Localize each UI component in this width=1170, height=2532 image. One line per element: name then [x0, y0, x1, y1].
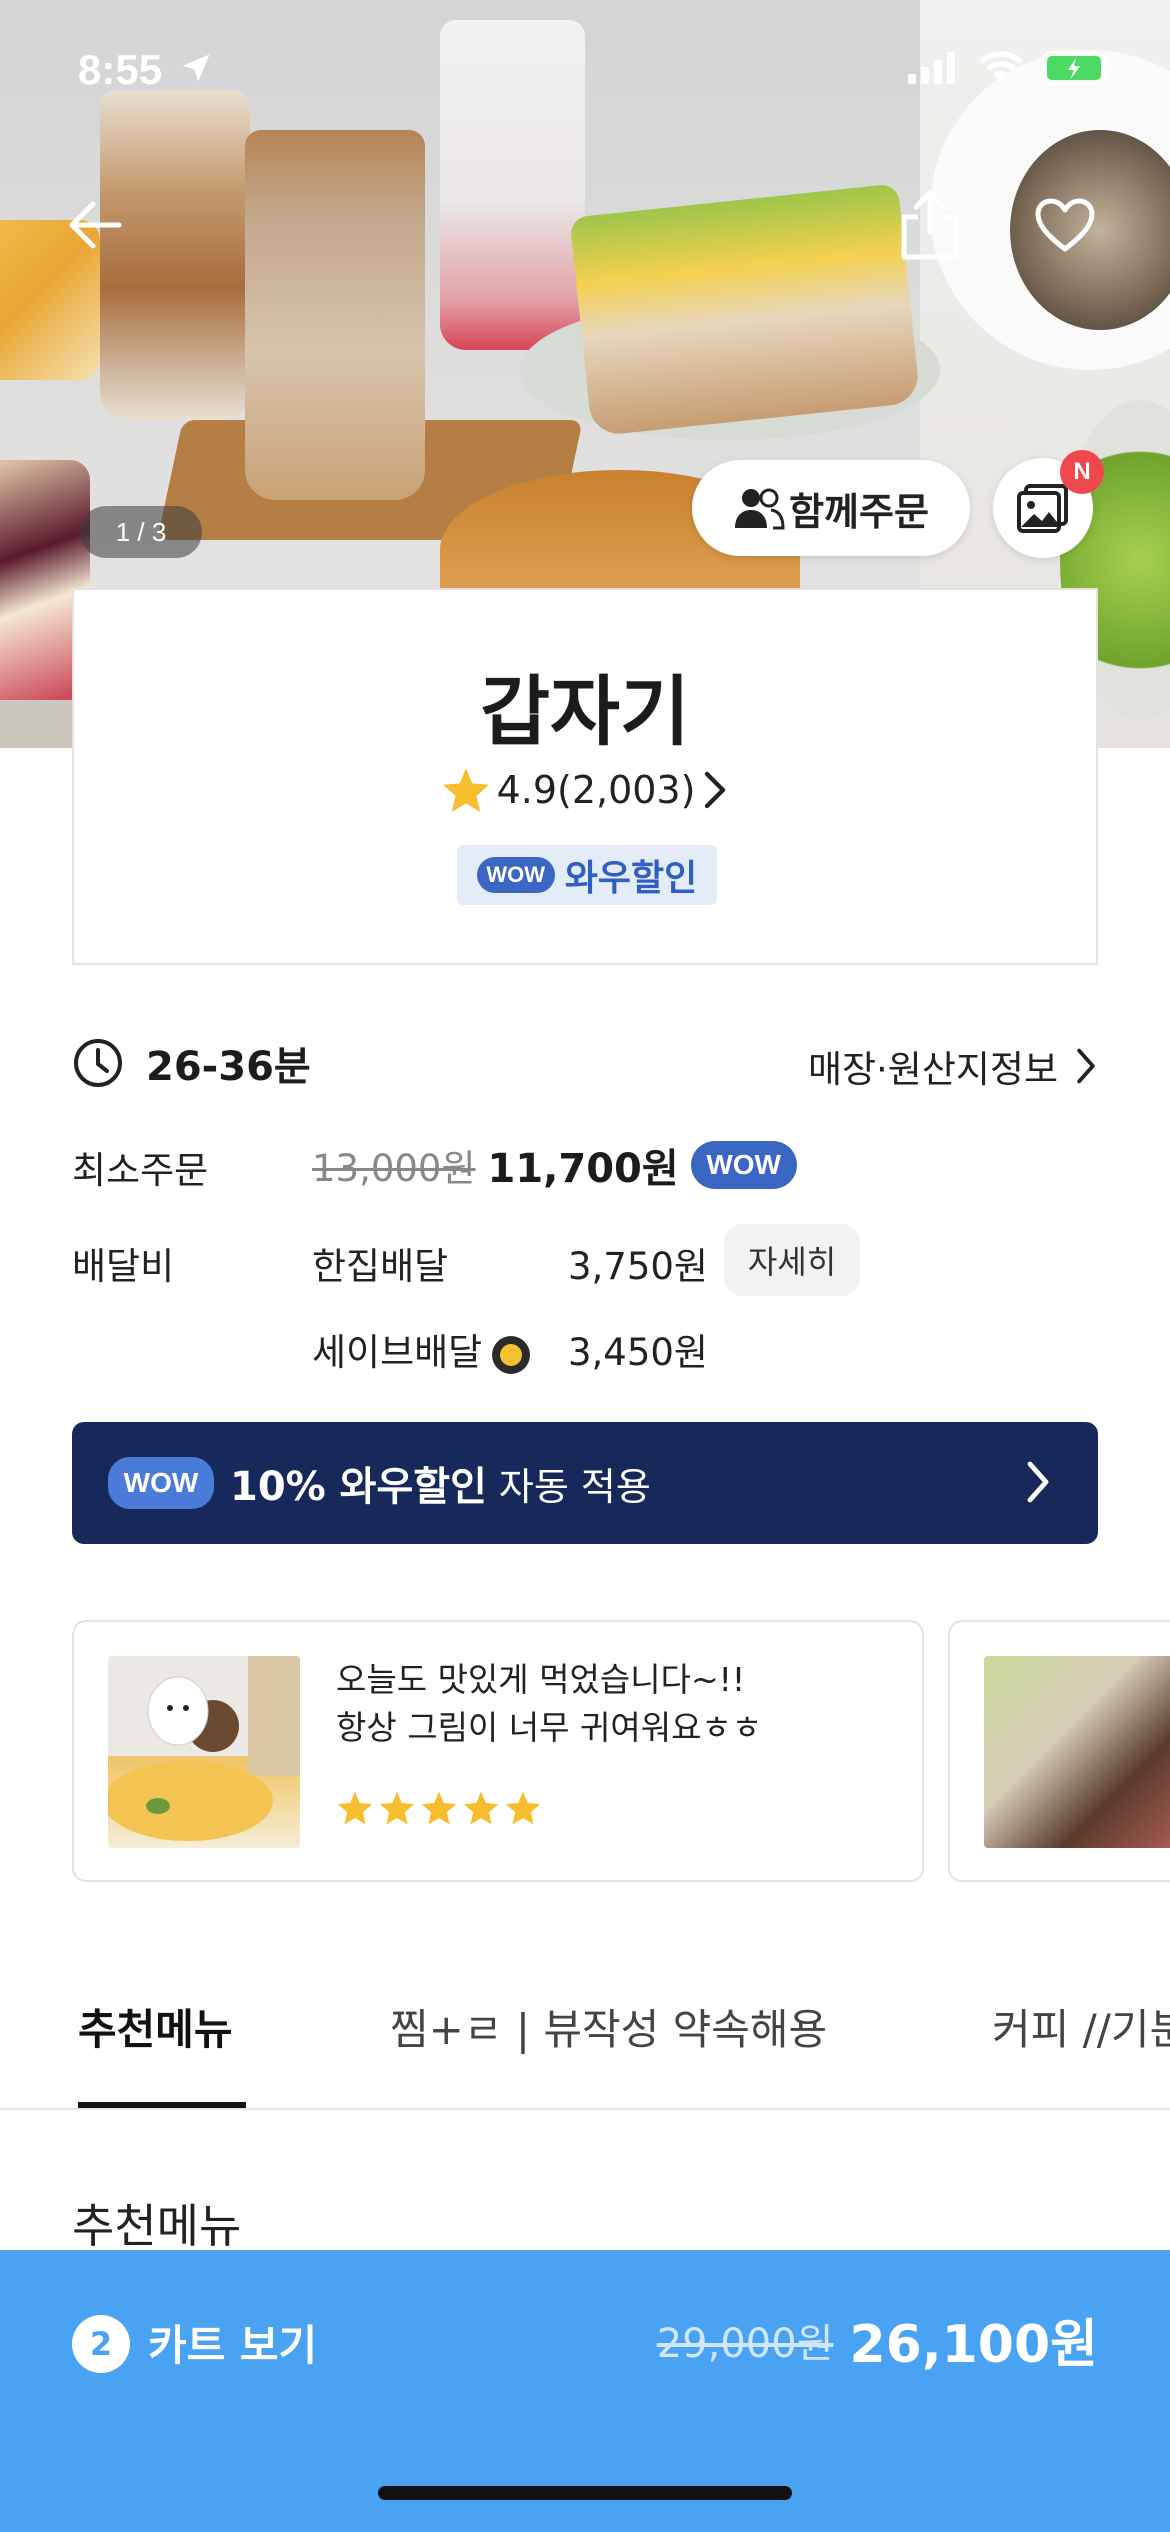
battery-icon — [1042, 50, 1112, 86]
star-icon — [442, 768, 489, 812]
store-info-card: 갑자기 4.9(2,003) WOW 와우할인 — [72, 588, 1098, 965]
review-card[interactable] — [948, 1620, 1170, 1882]
hero-granola-glass — [245, 130, 425, 500]
review-photo-illustration — [108, 1656, 300, 1841]
cart-count-badge: 2 — [72, 2315, 130, 2373]
new-badge: N — [1060, 450, 1104, 494]
wow-discount-banner[interactable]: WOW 10% 와우할인 자동 적용 — [72, 1422, 1098, 1544]
min-order-original-price: 13,000원 — [312, 1147, 476, 1190]
wifi-icon — [979, 51, 1023, 83]
review-stars — [336, 1790, 542, 1826]
favorite-button[interactable] — [1030, 190, 1100, 260]
cart-total: 26,100원 — [849, 2315, 1098, 2375]
menu-section-title: 추천메뉴 — [72, 2199, 242, 2253]
review-card[interactable]: 오늘도 맛있게 먹었습니다~!! 항상 그림이 너무 귀여워요ㅎㅎ — [72, 1620, 924, 1882]
signal-icon — [908, 52, 955, 84]
wow-discount-tag: WOW 와우할인 — [457, 845, 717, 905]
back-arrow-icon — [69, 201, 122, 249]
people-icon — [735, 488, 785, 530]
save-delivery-option: 세이브배달 — [312, 1322, 531, 1376]
star-icon — [505, 1791, 541, 1825]
fee-detail-button[interactable]: 자세히 — [724, 1224, 860, 1296]
min-order-label: 최소주문 — [72, 1149, 209, 1192]
star-icon — [337, 1791, 373, 1825]
star-icon — [379, 1791, 415, 1825]
wow-banner-text: 자동 적용 — [498, 1464, 651, 1509]
min-order-price: 11,700원 — [487, 1146, 679, 1192]
min-order-values: 13,000원 11,700원 WOW — [312, 1136, 797, 1194]
delivery-time: 26-36분 — [146, 1044, 311, 1090]
wow-badge: WOW — [108, 1457, 214, 1509]
tab-review-event[interactable]: 찜+ㄹ | 뷰작성 약속해용 — [390, 1996, 827, 2057]
delivery-option-name: 한집배달 — [312, 1245, 449, 1288]
star-icon — [463, 1791, 499, 1825]
group-order-label: 함께주문 — [789, 489, 929, 534]
store-origin-info-link[interactable]: 매장·원산지정보 — [808, 1039, 1098, 1093]
hero-sandwich — [569, 183, 921, 437]
delivery-time-row: 26-36분 매장·원산지정보 — [72, 1035, 1098, 1091]
share-icon — [901, 190, 959, 260]
cart-prices: 29,000원 26,100원 — [657, 2302, 1098, 2377]
rating-link[interactable]: 4.9(2,003) — [74, 766, 1096, 814]
star-icon — [421, 1791, 457, 1825]
location-arrow-icon — [182, 54, 210, 82]
delivery-option-price: 3,450원 — [568, 1331, 708, 1374]
cart-original-total: 29,000원 — [656, 2320, 834, 2367]
save-delivery-icon — [492, 1335, 531, 1374]
chevron-right-icon — [1077, 1048, 1095, 1084]
active-tab-indicator — [78, 2102, 246, 2108]
menu-category-tabs: 추천메뉴 찜+ㄹ | 뷰작성 약속해용 커피 //기분 — [0, 1962, 1170, 2110]
group-order-button[interactable]: 함께주문 — [692, 460, 970, 556]
review-line: 항상 그림이 너무 귀여워요ㅎㅎ — [336, 1708, 763, 1747]
review-text: 오늘도 맛있게 먹었습니다~!! 항상 그림이 너무 귀여워요ㅎㅎ — [336, 1656, 762, 1752]
wow-badge: WOW — [690, 1141, 797, 1189]
rating-text: 4.9(2,003) — [496, 768, 696, 812]
wow-banner-bold-text: 10% 와우할인 — [230, 1464, 487, 1510]
heart-icon — [1035, 198, 1095, 252]
home-indicator — [378, 2486, 792, 2500]
status-time: 8:55 — [78, 46, 214, 94]
cart-view-label: 카트 보기 — [148, 2321, 318, 2370]
photo-icon — [1017, 484, 1068, 533]
review-line: 오늘도 맛있게 먹었습니다~!! — [336, 1660, 746, 1699]
delivery-option-name: 세이브배달 — [312, 1331, 483, 1374]
image-counter: 1 / 3 — [80, 506, 202, 558]
tab-coffee[interactable]: 커피 //기분 — [992, 1996, 1170, 2057]
store-origin-info-label: 매장·원산지정보 — [807, 1048, 1058, 1091]
review-photo — [108, 1656, 300, 1848]
delivery-fee-label: 배달비 — [72, 1245, 175, 1288]
status-bar: 8:55 — [0, 0, 1170, 150]
chevron-right-icon — [1027, 1461, 1049, 1503]
chevron-right-icon — [705, 771, 726, 809]
store-name: 갑자기 — [480, 667, 690, 756]
back-button[interactable] — [60, 190, 130, 260]
wow-discount-label: 와우할인 — [564, 858, 698, 899]
delivery-option-price: 3,750원 — [568, 1245, 708, 1288]
clock-icon — [74, 1039, 122, 1087]
tab-recommended[interactable]: 추천메뉴 — [78, 1996, 233, 2057]
wow-badge: WOW — [476, 857, 555, 893]
share-button[interactable] — [895, 185, 965, 265]
review-photo — [984, 1656, 1170, 1848]
